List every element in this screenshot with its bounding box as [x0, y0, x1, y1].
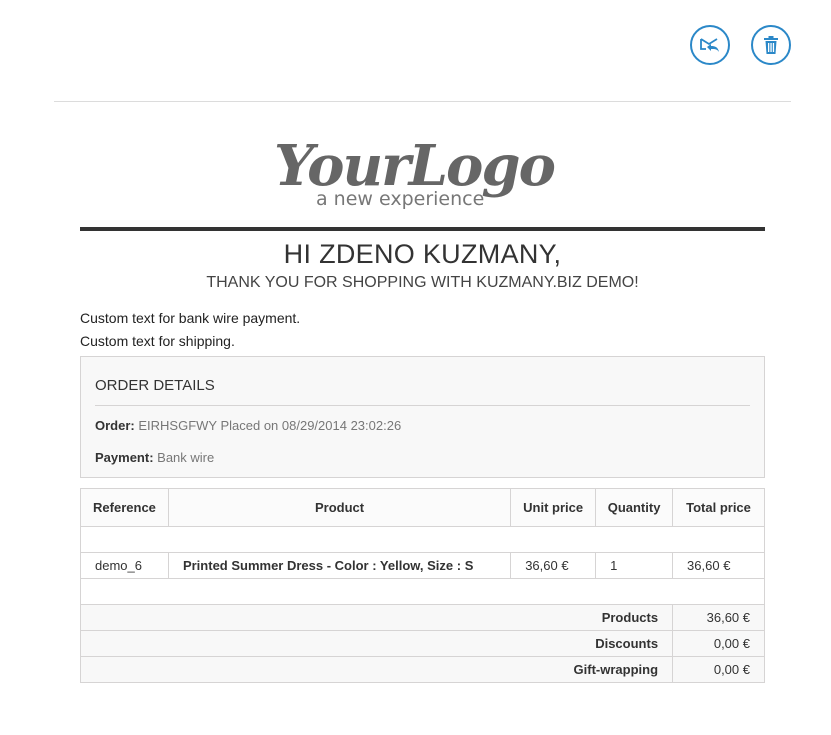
payment-line: Payment: Bank wire — [95, 450, 750, 465]
order-label: Order: — [95, 418, 135, 433]
col-quantity: Quantity — [595, 488, 674, 527]
custom-texts: Custom text for bank wire payment. Custo… — [80, 307, 765, 353]
shop-logo: YourLogo a new experience — [80, 115, 765, 227]
order-line: Order: EIRHSGFWY Placed on 08/29/2014 23… — [95, 418, 750, 433]
trash-icon — [764, 36, 778, 54]
reply-all-icon — [700, 38, 719, 52]
summary-value: 0,00 € — [672, 630, 765, 657]
summary-row-products: Products 36,60 € — [79, 604, 765, 631]
custom-text-shipping: Custom text for shipping. — [80, 333, 235, 349]
greeting: HI ZDENO KUZMANY, — [283, 239, 562, 269]
email-body: YourLogo a new experience HI ZDENO KUZMA… — [79, 115, 765, 683]
cell-unit-price: 36,60 € — [510, 552, 597, 579]
summary-value: 36,60 € — [672, 604, 765, 631]
order-details-box: ORDER DETAILS Order: EIRHSGFWY Placed on… — [80, 356, 765, 478]
cell-quantity: 1 — [595, 552, 674, 579]
col-product: Product — [167, 488, 512, 527]
reply-all-button[interactable] — [690, 25, 730, 65]
custom-text-payment: Custom text for bank wire payment. — [80, 310, 301, 326]
order-details-title: ORDER DETAILS — [95, 377, 750, 406]
cell-total-price: 36,60 € — [672, 552, 765, 579]
logo-underline — [80, 227, 765, 231]
thanks-message: THANK YOU FOR SHOPPING WITH KUZMANY.BIZ … — [206, 274, 639, 291]
payment-value: Bank wire — [157, 450, 215, 465]
col-total-price: Total price — [672, 488, 765, 527]
cell-product: Printed Summer Dress - Color : Yellow, S… — [167, 552, 512, 579]
svg-text:a new experience: a new experience — [316, 188, 484, 210]
order-value: EIRHSGFWY Placed on 08/29/2014 23:02:26 — [138, 418, 402, 433]
table-spacer-row — [80, 578, 765, 605]
toolbar — [690, 25, 791, 65]
summary-label: Gift-wrapping — [79, 656, 674, 683]
header-divider — [54, 101, 791, 102]
col-reference: Reference — [80, 488, 169, 527]
table-row: demo_6 Printed Summer Dress - Color : Ye… — [80, 552, 765, 579]
summary-label: Discounts — [79, 630, 674, 657]
summary-value: 0,00 € — [672, 656, 765, 683]
delete-button[interactable] — [751, 25, 791, 65]
order-items-table: Reference Product Unit price Quantity To… — [79, 488, 765, 683]
cell-reference: demo_6 — [80, 552, 169, 579]
summary-label: Products — [79, 604, 674, 631]
table-spacer-row — [80, 526, 765, 553]
table-header-row: Reference Product Unit price Quantity To… — [80, 488, 765, 527]
summary-row-gift-wrapping: Gift-wrapping 0,00 € — [79, 656, 765, 683]
summary-row-discounts: Discounts 0,00 € — [79, 630, 765, 657]
payment-label: Payment: — [95, 450, 154, 465]
col-unit-price: Unit price — [510, 488, 597, 527]
